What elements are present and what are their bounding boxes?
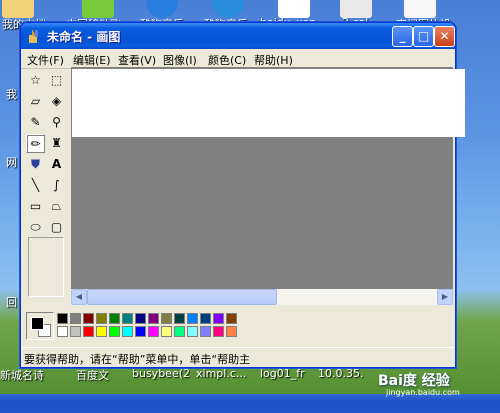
color-palette — [24, 310, 452, 340]
palette-color-swatch[interactable] — [226, 313, 237, 324]
desktop-label: 我 — [6, 88, 17, 101]
palette-color-swatch[interactable] — [96, 313, 107, 324]
desktop-label: log01_fr — [260, 367, 305, 380]
menu-colors[interactable]: 颜色(C) — [208, 52, 246, 68]
menu-edit[interactable]: 编辑(E) — [73, 52, 111, 68]
desktop-label: 回 — [6, 296, 17, 309]
watermark-url: jingyan.baidu.com — [386, 388, 460, 397]
rounded-rect-icon[interactable]: ▢ — [47, 218, 66, 237]
foreground-color-swatch[interactable] — [31, 317, 44, 330]
free-select-icon[interactable]: ☆ — [26, 71, 45, 90]
palette-color-swatch[interactable] — [148, 326, 159, 337]
polygon-icon[interactable]: ⏢ — [47, 197, 66, 216]
watermark: Bai度 经验 — [378, 373, 450, 389]
horizontal-scrollbar[interactable]: ◀ ▶ — [71, 289, 453, 305]
fill-icon[interactable]: ◈ — [47, 92, 66, 111]
brush-icon[interactable]: ♜ — [47, 134, 66, 153]
status-text: 要获得帮助，请在“帮助”菜单中，单击“帮助主 — [24, 353, 251, 366]
desktop-label: ximpl.c... — [196, 367, 247, 380]
window-title: 未命名 - 画图 — [47, 30, 121, 44]
title-bar[interactable]: 未命名 - 画图 _ □ ✕ — [21, 23, 455, 49]
palette-color-swatch[interactable] — [96, 326, 107, 337]
current-colors[interactable] — [26, 312, 54, 340]
palette-color-swatch[interactable] — [70, 313, 81, 324]
palette-color-swatch[interactable] — [57, 313, 68, 324]
rectangle-icon[interactable]: ▭ — [26, 197, 45, 216]
maximize-button[interactable]: □ — [413, 26, 434, 47]
status-bar: 要获得帮助，请在“帮助”菜单中，单击“帮助主 — [22, 347, 454, 367]
desktop-label: busybee(2 — [132, 367, 191, 380]
palette-color-swatch[interactable] — [161, 313, 172, 324]
magnifier-icon[interactable]: ⚲ — [47, 113, 66, 132]
color-picker-icon[interactable]: ✎ — [26, 113, 45, 132]
palette-color-swatch[interactable] — [148, 313, 159, 324]
drawing-canvas[interactable] — [72, 69, 465, 137]
paint-window: 未命名 - 画图 _ □ ✕ 文件(F) 编辑(E) 查看(V) 图像(I) 颜… — [20, 22, 465, 368]
palette-color-swatch[interactable] — [83, 326, 94, 337]
tool-options-box[interactable] — [28, 237, 64, 297]
palette-color-swatch[interactable] — [213, 313, 224, 324]
menu-view[interactable]: 查看(V) — [118, 52, 156, 68]
ellipse-icon[interactable]: ⬭ — [26, 218, 45, 237]
palette-color-swatch[interactable] — [174, 313, 185, 324]
scroll-right-button[interactable]: ▶ — [437, 289, 453, 305]
close-button[interactable]: ✕ — [434, 26, 455, 47]
menu-bar: 文件(F) 编辑(E) 查看(V) 图像(I) 颜色(C) 帮助(H) — [21, 49, 455, 69]
palette-color-swatch[interactable] — [226, 326, 237, 337]
palette-color-swatch[interactable] — [83, 313, 94, 324]
menu-file[interactable]: 文件(F) — [27, 52, 64, 68]
desktop-label: 网 — [6, 156, 17, 169]
palette-color-swatch[interactable] — [135, 313, 146, 324]
pencil-icon[interactable]: ✏ — [26, 134, 45, 153]
menu-help[interactable]: 帮助(H) — [254, 52, 293, 68]
palette-color-swatch[interactable] — [161, 326, 172, 337]
minimize-button[interactable]: _ — [392, 26, 413, 47]
paint-app-icon — [26, 28, 42, 44]
curve-icon[interactable]: ∫ — [47, 176, 66, 195]
text-icon[interactable]: A — [47, 155, 66, 174]
palette-color-swatch[interactable] — [122, 326, 133, 337]
palette-color-swatch[interactable] — [213, 326, 224, 337]
desktop-label: 新城名诗 — [0, 369, 44, 382]
eraser-icon[interactable]: ▱ — [26, 92, 45, 111]
palette-color-swatch[interactable] — [187, 326, 198, 337]
palette-color-swatch[interactable] — [200, 326, 211, 337]
menu-image[interactable]: 图像(I) — [163, 52, 197, 68]
scroll-left-button[interactable]: ◀ — [71, 289, 87, 305]
airbrush-icon[interactable]: ⛊ — [26, 155, 45, 174]
palette-color-swatch[interactable] — [57, 326, 68, 337]
desktop-label: 10.0.35. — [318, 367, 364, 380]
palette-color-swatch[interactable] — [109, 326, 120, 337]
rect-select-icon[interactable]: ⬚ — [47, 71, 66, 90]
line-icon[interactable]: ╲ — [26, 176, 45, 195]
palette-color-swatch[interactable] — [122, 313, 133, 324]
palette-color-swatch[interactable] — [200, 313, 211, 324]
palette-color-swatch[interactable] — [109, 313, 120, 324]
palette-color-swatch[interactable] — [70, 326, 81, 337]
palette-color-swatch[interactable] — [187, 313, 198, 324]
desktop-label: 百度文 — [76, 369, 109, 382]
canvas-area — [71, 67, 465, 289]
palette-color-swatch[interactable] — [135, 326, 146, 337]
palette-color-swatch[interactable] — [174, 326, 185, 337]
scroll-thumb[interactable] — [87, 289, 277, 305]
